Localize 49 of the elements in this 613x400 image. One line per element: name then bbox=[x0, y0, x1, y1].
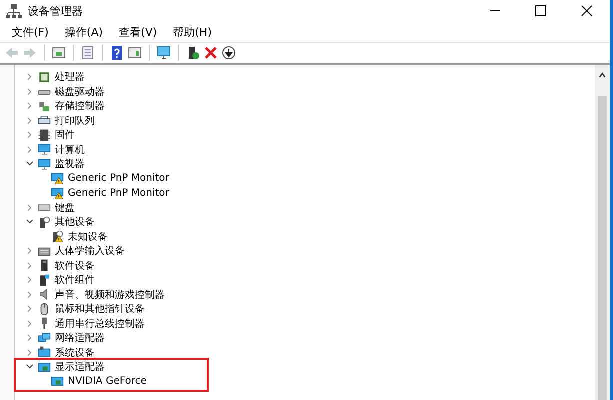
pane-icon[interactable] bbox=[127, 45, 143, 61]
tree-item[interactable]: 存储控制器 bbox=[55, 99, 105, 114]
tree-item[interactable]: 软件设备 bbox=[55, 258, 95, 273]
menu-item[interactable]: 文件(F) bbox=[4, 24, 57, 40]
monitor-icon bbox=[38, 158, 51, 171]
tree-item[interactable]: 键盘 bbox=[55, 200, 75, 215]
remove-icon[interactable] bbox=[203, 45, 219, 61]
software-component-icon bbox=[38, 274, 51, 287]
tree-item[interactable]: 未知设备 bbox=[68, 230, 108, 244]
tree-item[interactable]: 网络适配器 bbox=[55, 331, 105, 346]
scrollbar[interactable] bbox=[595, 65, 610, 400]
storage-controller-icon bbox=[38, 100, 51, 113]
tree-view-icon[interactable] bbox=[51, 45, 67, 61]
mouse-icon bbox=[38, 302, 51, 316]
tree-item[interactable]: 监视器 bbox=[55, 157, 85, 172]
tree-item[interactable]: 打印队列 bbox=[55, 114, 95, 128]
properties-icon[interactable] bbox=[80, 45, 96, 61]
tree-item[interactable]: NVIDIA GeForce bbox=[68, 376, 147, 388]
tree-item[interactable]: 软件组件 bbox=[55, 273, 95, 288]
tree-item[interactable]: 其他设备 bbox=[55, 215, 95, 230]
tree-item[interactable]: 人体学输入设备 bbox=[55, 244, 125, 258]
menu-item[interactable]: 操作(A) bbox=[56, 24, 112, 40]
unknown-device-icon bbox=[38, 216, 51, 229]
tree-item[interactable]: 声音、视频和游戏控制器 bbox=[55, 288, 165, 302]
help-icon[interactable] bbox=[109, 45, 125, 61]
window-title: 设备管理器 bbox=[28, 4, 83, 18]
display-adapter-icon bbox=[38, 360, 51, 374]
network-adapter-icon bbox=[38, 332, 51, 345]
tree-item[interactable]: 磁盘驱动器 bbox=[55, 84, 105, 99]
scroll-up-icon[interactable] bbox=[598, 71, 607, 80]
tree-item[interactable]: 通用串行总线控制器 bbox=[55, 316, 145, 331]
close-icon[interactable] bbox=[579, 3, 595, 19]
tree-item[interactable]: 鼠标和其他指针设备 bbox=[55, 302, 145, 316]
processor-icon bbox=[38, 70, 51, 84]
menu-item[interactable]: 帮助(H) bbox=[165, 24, 220, 40]
computer-icon bbox=[38, 143, 51, 156]
firmware-chip-icon bbox=[38, 128, 51, 142]
system-device-icon bbox=[38, 346, 51, 360]
tree-item[interactable]: 固件 bbox=[55, 128, 75, 142]
device-manager-icon bbox=[6, 3, 22, 19]
tree-item[interactable]: 系统设备 bbox=[55, 346, 95, 360]
maximize-icon[interactable] bbox=[533, 3, 549, 19]
tree-item[interactable]: 处理器 bbox=[55, 70, 85, 84]
monitor-icon[interactable] bbox=[156, 45, 172, 61]
tree-item[interactable]: 计算机 bbox=[55, 142, 85, 157]
menu-item[interactable]: 查看(V) bbox=[111, 24, 166, 40]
tree-item[interactable]: Generic PnP Monitor bbox=[68, 173, 170, 184]
tree-item[interactable]: 显示适配器 bbox=[55, 360, 105, 374]
tree-item[interactable]: Generic PnP Monitor bbox=[68, 188, 170, 199]
